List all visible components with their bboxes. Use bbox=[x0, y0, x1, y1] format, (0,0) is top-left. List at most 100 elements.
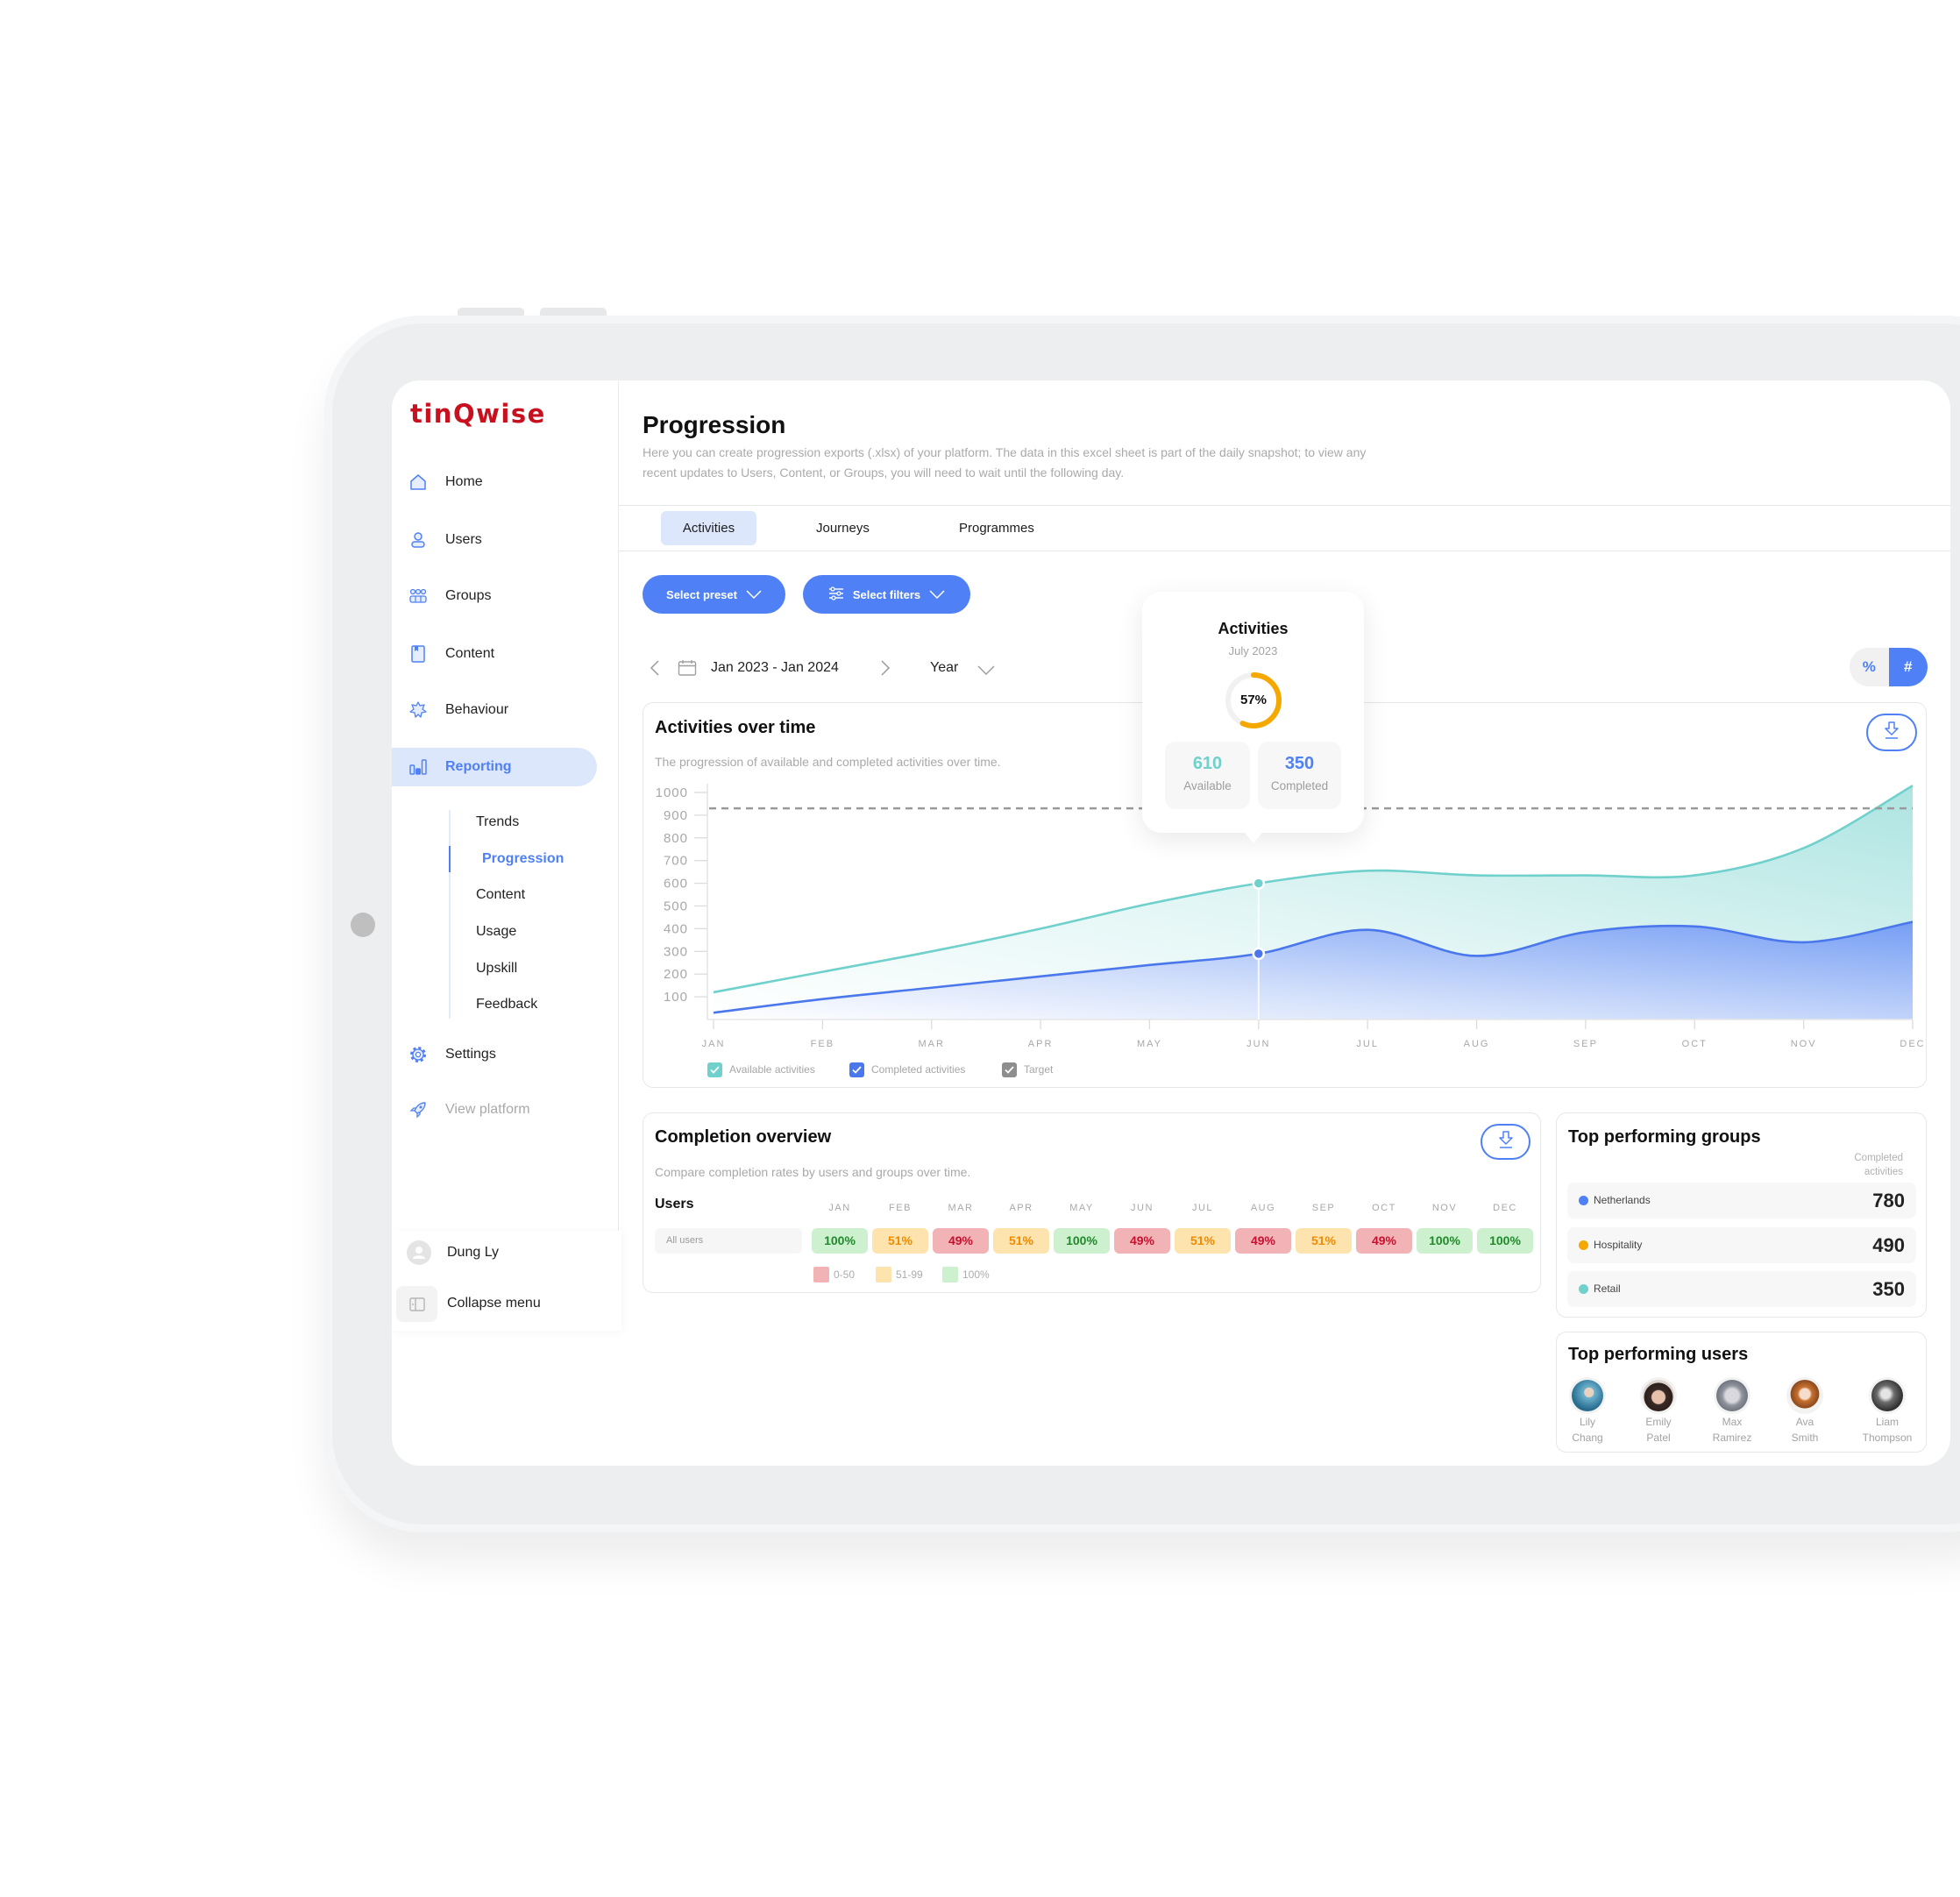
user-last-name: Smith bbox=[1791, 1432, 1819, 1444]
submenu-track bbox=[449, 810, 451, 1019]
month-header: FEB bbox=[889, 1203, 912, 1213]
submenu-item-feedback[interactable]: Feedback bbox=[476, 991, 537, 1018]
month-header: JUN bbox=[1131, 1203, 1154, 1213]
submenu-item-progression[interactable]: Progression bbox=[482, 846, 564, 872]
avatar[interactable] bbox=[1716, 1380, 1748, 1411]
select-filters-button[interactable]: Select filters bbox=[803, 575, 970, 614]
avatar[interactable] bbox=[1643, 1380, 1674, 1411]
x-tick-label: JUN bbox=[1246, 1039, 1270, 1049]
hover-point-available bbox=[1252, 877, 1266, 890]
available-value: 610 bbox=[1192, 754, 1223, 773]
sidebar-item-label: Reporting bbox=[445, 759, 512, 774]
month-header: MAY bbox=[1069, 1203, 1094, 1213]
period-select[interactable]: Year bbox=[930, 659, 958, 677]
tablet-camera bbox=[351, 913, 375, 937]
chevron-down-icon[interactable] bbox=[977, 664, 995, 679]
collapse-menu-label: Collapse menu bbox=[447, 1296, 541, 1311]
completed-label: Completed bbox=[1270, 779, 1329, 792]
heatmap-cell[interactable]: 100% bbox=[1417, 1228, 1473, 1254]
user-first-name: Ava bbox=[1795, 1416, 1814, 1428]
donut-percent-label: 57% bbox=[1239, 693, 1268, 707]
sidebar-item-view-platform[interactable]: View platform bbox=[392, 1091, 597, 1129]
month-header: JAN bbox=[828, 1203, 851, 1213]
date-range-label[interactable]: Jan 2023 - Jan 2024 bbox=[711, 659, 839, 677]
heatmap-cell[interactable]: 49% bbox=[933, 1228, 989, 1254]
heatmap-cell[interactable]: 51% bbox=[1296, 1228, 1352, 1254]
sidebar-item-label: View platform bbox=[445, 1102, 530, 1117]
completed-value: 350 bbox=[1284, 754, 1315, 773]
sidebar-item-content[interactable]: Content bbox=[392, 635, 597, 673]
y-tick-label: 900 bbox=[664, 808, 688, 823]
submenu-item-content[interactable]: Content bbox=[476, 882, 525, 908]
brand-logo[interactable]: tinQwise bbox=[410, 398, 546, 430]
sidebar-item-users[interactable]: Users bbox=[392, 521, 597, 559]
avatar[interactable] bbox=[1572, 1380, 1603, 1411]
legend-label: Completed activities bbox=[871, 1063, 966, 1076]
sidebar-item-settings[interactable]: Settings bbox=[392, 1035, 597, 1074]
heatmap-cell[interactable]: 100% bbox=[1477, 1228, 1533, 1254]
group-value: 780 bbox=[1872, 1190, 1905, 1211]
group-row[interactable]: Hospitality 490 bbox=[1567, 1227, 1916, 1263]
legend-swatch-high bbox=[942, 1267, 958, 1282]
previous-period-button[interactable] bbox=[650, 659, 660, 681]
heatmap-cell[interactable]: 100% bbox=[812, 1228, 868, 1254]
group-row[interactable]: Retail 350 bbox=[1567, 1271, 1916, 1307]
legend-completed-activities[interactable]: Completed activities bbox=[849, 1062, 965, 1077]
month-header: DEC bbox=[1493, 1203, 1517, 1213]
header-divider bbox=[619, 505, 1950, 506]
sidebar-item-label: Behaviour bbox=[445, 702, 509, 717]
x-tick-label: JUL bbox=[1356, 1039, 1379, 1049]
avatar[interactable] bbox=[1789, 1380, 1821, 1411]
legend-label-high: 100% bbox=[962, 1268, 990, 1281]
top-performing-users-card: Top performing users Lily Chang Emily Pa… bbox=[1556, 1332, 1927, 1453]
calendar-icon bbox=[678, 659, 697, 681]
legend-available-activities[interactable]: Available activities bbox=[707, 1062, 815, 1077]
select-preset-button[interactable]: Select preset bbox=[643, 575, 785, 614]
row-label-all-users[interactable]: All users bbox=[655, 1228, 802, 1254]
sidebar-item-behaviour[interactable]: Behaviour bbox=[392, 691, 597, 729]
y-tick-label: 100 bbox=[664, 990, 688, 1005]
legend-target[interactable]: Target bbox=[1002, 1062, 1053, 1077]
tab-journeys[interactable]: Journeys bbox=[816, 511, 870, 545]
group-color-dot bbox=[1579, 1284, 1588, 1294]
user-profile[interactable]: Dung Ly bbox=[392, 1233, 621, 1272]
heatmap-cell[interactable]: 51% bbox=[993, 1228, 1049, 1254]
chart-tooltip: Activities July 2023 57% 610 Available 3… bbox=[1142, 592, 1364, 843]
download-completion-button[interactable] bbox=[1481, 1124, 1530, 1160]
sidebar-item-reporting[interactable]: Reporting bbox=[392, 748, 597, 786]
sidebar-item-home[interactable]: Home bbox=[392, 463, 597, 501]
tab-programmes[interactable]: Programmes bbox=[959, 511, 1034, 545]
heatmap-cell[interactable]: 49% bbox=[1114, 1228, 1170, 1254]
toggle-count-option[interactable]: # bbox=[1888, 648, 1928, 686]
group-name: Netherlands bbox=[1594, 1194, 1651, 1206]
gear-icon bbox=[408, 1044, 429, 1065]
group-value: 350 bbox=[1872, 1278, 1905, 1300]
heatmap-cell[interactable]: 49% bbox=[1356, 1228, 1412, 1254]
y-tick-label: 600 bbox=[664, 877, 688, 892]
avatar[interactable] bbox=[1871, 1380, 1903, 1411]
display-mode-toggle: % # bbox=[1850, 648, 1928, 686]
tab-activities[interactable]: Activities bbox=[661, 511, 756, 545]
group-row[interactable]: Netherlands 780 bbox=[1567, 1183, 1916, 1218]
group-name: Hospitality bbox=[1594, 1239, 1643, 1251]
submenu-item-trends[interactable]: Trends bbox=[476, 809, 519, 835]
y-tick-label: 500 bbox=[664, 899, 688, 914]
y-tick-label: 400 bbox=[664, 921, 688, 936]
user-avatar-icon bbox=[407, 1240, 431, 1265]
collapse-menu-button[interactable]: Collapse menu bbox=[392, 1284, 621, 1323]
submenu-item-usage[interactable]: Usage bbox=[476, 919, 516, 945]
user-first-name: Max bbox=[1722, 1416, 1743, 1428]
submenu-item-upskill[interactable]: Upskill bbox=[476, 956, 517, 982]
heatmap-cell[interactable]: 100% bbox=[1054, 1228, 1110, 1254]
heatmap-cell[interactable]: 49% bbox=[1235, 1228, 1291, 1254]
heatmap-cell[interactable]: 51% bbox=[1175, 1228, 1231, 1254]
sidebar-item-groups[interactable]: Groups bbox=[392, 577, 597, 615]
checkbox-checked-icon bbox=[707, 1062, 722, 1077]
next-period-button[interactable] bbox=[880, 659, 891, 681]
page-description-line: recent updates to Users, Content, or Gro… bbox=[643, 465, 1125, 480]
heatmap-cell[interactable]: 51% bbox=[872, 1228, 928, 1254]
x-tick-label: SEP bbox=[1573, 1039, 1598, 1049]
card-title: Top performing users bbox=[1568, 1345, 1749, 1364]
legend-label-mid: 51-99 bbox=[896, 1268, 923, 1281]
toggle-percent-option[interactable]: % bbox=[1850, 648, 1889, 686]
